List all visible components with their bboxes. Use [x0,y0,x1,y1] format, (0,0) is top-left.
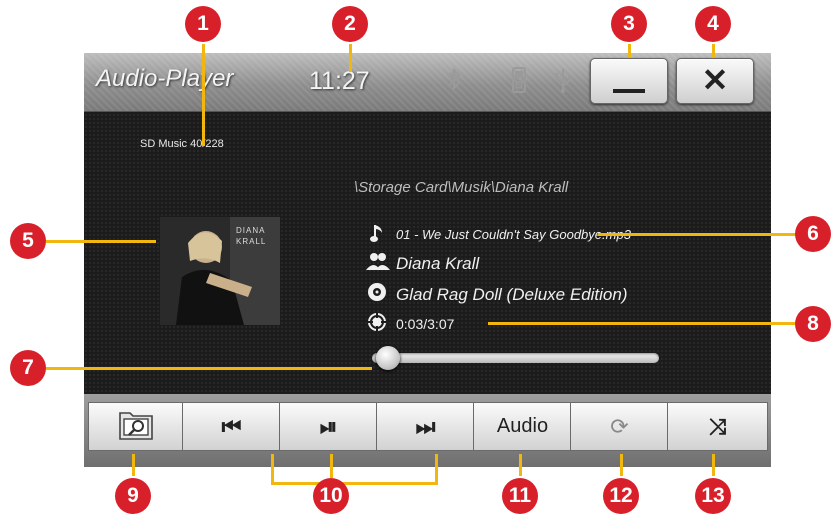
close-button[interactable]: ✕ [676,58,754,104]
track-file-name: 01 - We Just Couldn't Say Goodbye.mp3 [396,227,631,242]
callout-marker-1: 1 [185,6,221,42]
audio-settings-button[interactable]: Audio [473,402,572,451]
callout-marker-3: 3 [611,6,647,42]
callout-line-13 [712,454,715,476]
callout-line-5 [46,240,156,243]
folder-search-icon [118,407,154,446]
callout-line-10d [330,454,333,478]
callout-marker-13: 13 [695,478,731,514]
progress-slider-knob[interactable] [376,346,401,370]
app-title: Audio-Player [96,65,234,92]
minimize-button[interactable] [590,58,668,104]
usb-icon [554,67,572,99]
source-label: SD Music 40/228 [140,138,224,150]
elapsed-time: 0:03/3:07 [396,315,455,332]
callout-line-2 [349,44,352,72]
callout-line-10b [435,454,438,484]
callout-line-12 [620,454,623,476]
music-note-icon [366,223,388,246]
repeat-icon: ⟳ [610,413,629,439]
callout-line-10c [271,482,438,485]
audio-player-screen: Audio-Player 11:27 ✕ SD Music 40/228 \St… [84,53,771,467]
next-icon: ⏭ [415,413,436,439]
ipod-icon [512,67,526,99]
callout-line-10a [271,454,274,484]
control-toolbar: ⏮ ⏯ ⏭ Audio ⟳ ⤨ [84,394,771,467]
previous-icon: ⏮ [221,413,242,439]
callout-marker-9: 9 [115,478,151,514]
close-icon: ✕ [701,62,729,98]
callout-marker-5: 5 [10,223,46,259]
title-bar: Audio-Player 11:27 ✕ [84,53,771,112]
disc-icon [366,282,388,307]
artist-row: Diana Krall [366,252,479,275]
next-track-button[interactable]: ⏭ [376,402,475,451]
callout-marker-7: 7 [10,350,46,386]
minimize-icon [613,89,645,93]
play-pause-icon: ⏯ [319,413,338,439]
bluetooth-icon [448,67,462,97]
callout-marker-11: 11 [502,478,538,514]
folder-path: \Storage Card\Musik\Diana Krall [354,179,569,196]
callout-marker-4: 4 [695,6,731,42]
callout-line-3 [628,44,631,58]
callout-marker-6: 6 [795,216,831,252]
callout-marker-12: 12 [603,478,639,514]
callout-line-7 [46,367,372,370]
play-pause-button[interactable]: ⏯ [279,402,378,451]
shuffle-icon: ⤨ [708,413,727,439]
artist-icon [366,252,390,275]
callout-marker-2: 2 [332,6,368,42]
time-row: 0:03/3:07 [366,312,454,335]
artist-name: Diana Krall [396,253,480,273]
album-cover: DIANA KRALL [160,217,280,325]
callout-line-4 [712,44,715,58]
callout-line-8 [488,322,808,325]
shuffle-button[interactable]: ⤨ [667,402,768,451]
clock: 11:27 [309,67,370,95]
callout-marker-10: 10 [313,478,349,514]
album-name: Glad Rag Doll (Deluxe Edition) [396,284,628,304]
progress-track[interactable] [372,353,659,363]
callout-line-1 [202,44,205,146]
callout-line-6 [598,233,808,236]
callout-line-11 [519,454,522,476]
album-row: Glad Rag Doll (Deluxe Edition) [366,282,628,307]
clock-icon [366,312,388,335]
browse-button[interactable] [88,402,184,451]
repeat-button[interactable]: ⟳ [570,402,669,451]
audio-label: Audio [496,415,549,437]
cover-text: DIANA KRALL [236,226,267,246]
previous-track-button[interactable]: ⏮ [182,402,281,451]
callout-line-9 [132,454,135,476]
track-file-row: 01 - We Just Couldn't Say Goodbye.mp3 [366,223,631,246]
callout-marker-8: 8 [795,306,831,342]
